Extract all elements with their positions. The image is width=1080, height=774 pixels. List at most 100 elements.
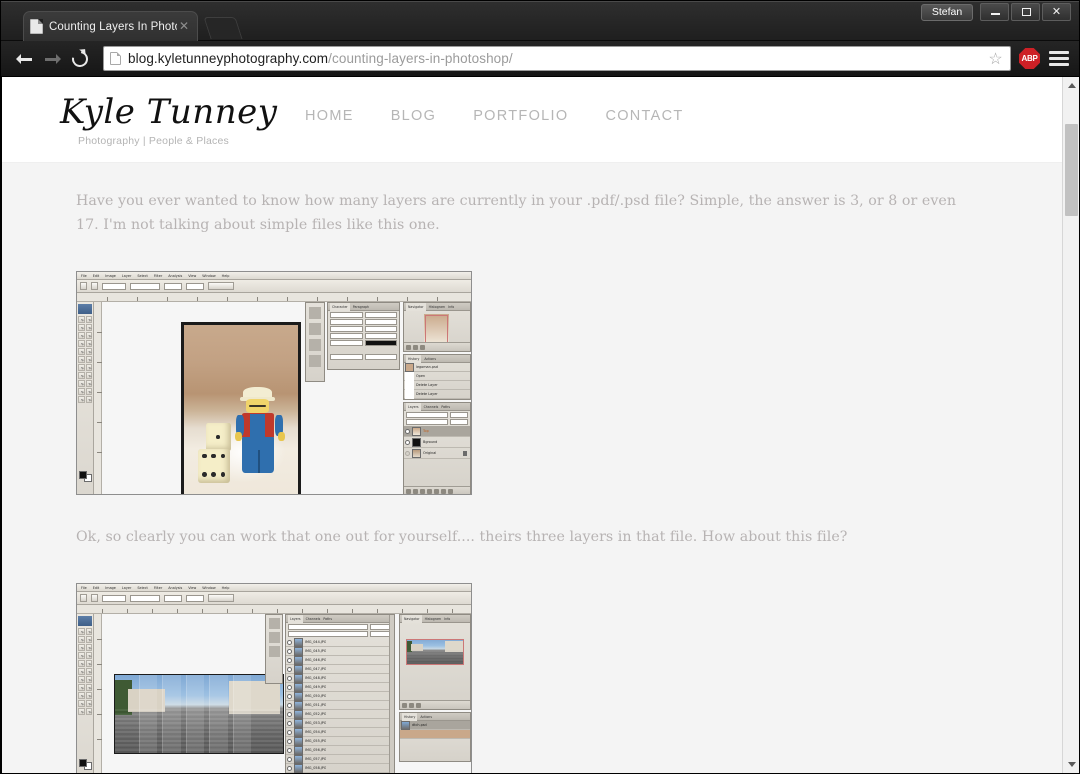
bookmark-star-icon[interactable]: ☆ <box>987 51 1004 68</box>
maximize-button[interactable] <box>1011 3 1040 21</box>
delete-layer-icon[interactable] <box>448 488 453 494</box>
layers-panel[interactable]: Layers Channels Paths Top Bground Origin… <box>403 402 471 494</box>
layer-visibility-icon[interactable] <box>287 693 292 699</box>
new-group-icon[interactable] <box>434 488 439 494</box>
tool-preset-icon[interactable] <box>80 282 87 290</box>
character-panel[interactable]: Character Paragraph <box>327 302 400 370</box>
wand-tool-icon[interactable] <box>85 636 92 643</box>
tab-layers[interactable]: Layers <box>288 614 303 623</box>
layer-visibility-icon[interactable] <box>287 639 292 645</box>
tab-paths[interactable]: Paths <box>323 615 332 623</box>
menu-file[interactable]: File <box>81 272 87 280</box>
menu-filter[interactable]: Filter <box>154 584 162 592</box>
layer-mask-icon[interactable] <box>420 488 425 494</box>
address-bar[interactable]: blog.kyletunneyphotography.com/counting-… <box>103 46 1011 71</box>
height-field[interactable] <box>186 282 204 290</box>
layer-visibility-icon[interactable] <box>405 439 410 445</box>
tab-layers[interactable]: Layers <box>406 402 421 411</box>
layer-visibility-icon[interactable] <box>405 428 410 434</box>
profile-button[interactable]: Stefan <box>921 3 973 21</box>
menu-view[interactable]: View <box>188 272 196 280</box>
history-brush-tool-icon[interactable] <box>78 356 85 363</box>
link-layers-icon[interactable] <box>406 488 411 494</box>
color-swatches[interactable] <box>79 471 92 482</box>
notes-tool-icon[interactable] <box>85 388 92 395</box>
layer-visibility-icon[interactable] <box>287 675 292 681</box>
layer-style-icon[interactable] <box>413 488 418 494</box>
eyedropper-tool-icon[interactable] <box>78 652 85 659</box>
menu-image[interactable]: Image <box>105 272 116 280</box>
dock-icon-swatches[interactable] <box>309 323 321 335</box>
shape-tool-icon[interactable] <box>78 388 85 395</box>
layer-visibility-icon[interactable] <box>405 450 410 456</box>
shape-tool-icon[interactable] <box>78 700 85 707</box>
browser-tab[interactable]: Counting Layers In Photos ✕ <box>23 11 198 41</box>
tab-histogram[interactable]: Histogram <box>425 615 442 623</box>
font-family-select[interactable] <box>330 312 363 318</box>
menu-edit[interactable]: Edit <box>93 272 100 280</box>
text-color-swatch[interactable] <box>364 340 397 346</box>
layer-row[interactable]: Top <box>404 426 470 437</box>
tab-navigator[interactable]: Navigator <box>402 614 422 623</box>
hand-tool-icon[interactable] <box>78 708 85 715</box>
marquee-style-icon[interactable] <box>91 594 98 602</box>
layers-scrollbar[interactable] <box>389 615 394 773</box>
pen-tool-icon[interactable] <box>85 372 92 379</box>
post-figure-2[interactable]: File Edit Image Layer Select Filter Anal… <box>76 583 1062 773</box>
marquee-tool-icon[interactable] <box>85 628 92 635</box>
new-tab-button[interactable] <box>203 17 243 39</box>
site-logo[interactable]: Kyle Tunney Photography | People & Place… <box>60 93 277 147</box>
layer-row[interactable]: Original <box>404 448 470 459</box>
dock-icon-adjustments[interactable] <box>268 646 280 657</box>
menu-layer[interactable]: Layer <box>122 272 131 280</box>
tab-info[interactable]: Info <box>444 615 450 623</box>
history-panel[interactable]: History Actions legoman.psd Open Delete … <box>403 354 471 400</box>
stamp-tool-icon[interactable] <box>85 660 92 667</box>
menu-window[interactable]: Window <box>202 584 215 592</box>
leading-field[interactable] <box>364 319 397 325</box>
navigator-view-box[interactable] <box>406 639 464 665</box>
dock-icon-color[interactable] <box>268 618 280 629</box>
layer-visibility-icon[interactable] <box>287 747 292 753</box>
horizontal-scale-field[interactable] <box>364 333 397 339</box>
color-swatches[interactable] <box>79 759 92 770</box>
layer-visibility-icon[interactable] <box>287 729 292 735</box>
opacity-field[interactable] <box>450 412 468 418</box>
eyedropper-tool-icon[interactable] <box>78 340 85 347</box>
adblock-plus-icon[interactable]: ABP <box>1019 48 1040 69</box>
antialias-select[interactable] <box>364 354 397 360</box>
menu-select[interactable]: Select <box>137 272 147 280</box>
lock-buttons[interactable] <box>288 631 368 637</box>
history-panel[interactable]: History Actions dtch.psd <box>399 712 471 762</box>
wand-tool-icon[interactable] <box>85 324 92 331</box>
foreground-color-swatch[interactable] <box>79 759 87 767</box>
close-window-button[interactable]: ✕ <box>1042 3 1071 21</box>
baseline-shift-field[interactable] <box>330 340 363 346</box>
style-select[interactable] <box>130 594 160 602</box>
lock-buttons[interactable] <box>406 419 448 425</box>
tab-info[interactable]: Info <box>448 303 454 311</box>
vertical-scale-field[interactable] <box>330 333 363 339</box>
eraser-tool-icon[interactable] <box>85 356 92 363</box>
menu-help[interactable]: Help <box>222 272 230 280</box>
pen-tool-icon[interactable] <box>85 684 92 691</box>
collapsed-panel-dock[interactable] <box>305 302 325 382</box>
workspace-button[interactable] <box>208 594 234 602</box>
font-size-field[interactable] <box>330 319 363 325</box>
hamburger-menu-icon[interactable] <box>1049 48 1069 70</box>
healing-tool-icon[interactable] <box>85 340 92 347</box>
type-tool-icon[interactable] <box>78 692 85 699</box>
tracking-field[interactable] <box>330 326 363 332</box>
tab-channels[interactable]: Channels <box>306 615 321 623</box>
stamp-tool-icon[interactable] <box>85 348 92 355</box>
eraser-tool-icon[interactable] <box>85 668 92 675</box>
post-figure-1[interactable]: File Edit Image Layer Select Filter Anal… <box>76 271 1062 495</box>
tab-navigator[interactable]: Navigator <box>406 302 426 311</box>
blend-mode-select[interactable] <box>288 624 368 630</box>
feather-field[interactable] <box>102 594 126 602</box>
blur-tool-icon[interactable] <box>85 364 92 371</box>
lasso-tool-icon[interactable] <box>78 636 85 643</box>
reload-button[interactable] <box>67 46 93 72</box>
scroll-up-button[interactable] <box>1063 77 1079 94</box>
page-scrollbar[interactable] <box>1062 77 1079 773</box>
